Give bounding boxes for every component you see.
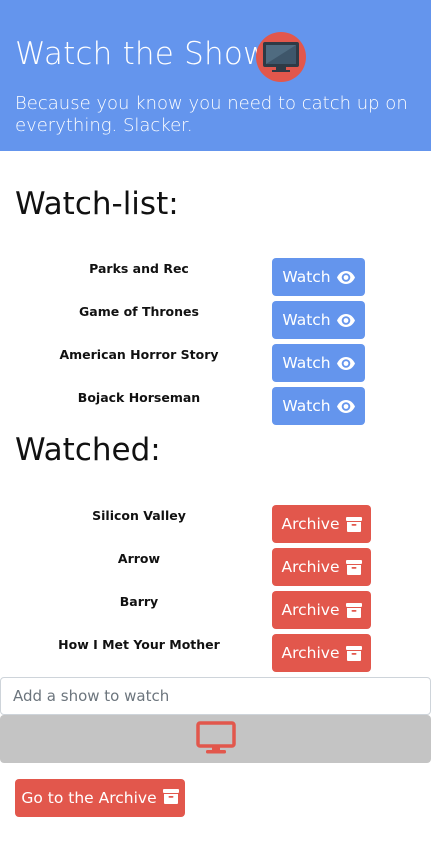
show-name: Parks and Rec xyxy=(89,261,189,276)
archive-button-label: Archive xyxy=(281,515,340,533)
watch-button-label: Watch xyxy=(282,268,331,286)
watch-button[interactable]: Watch xyxy=(272,258,365,296)
show-name: Bojack Horseman xyxy=(77,390,201,405)
archive-button-label: Archive xyxy=(281,644,340,662)
watchlist-row: Bojack Horseman Watch xyxy=(0,387,431,425)
archive-button[interactable]: Archive xyxy=(272,634,371,672)
watch-button[interactable]: Watch xyxy=(272,387,365,425)
eye-icon xyxy=(336,313,355,327)
watch-button[interactable]: Watch xyxy=(272,301,365,339)
watch-button-label: Watch xyxy=(282,354,331,372)
page-header: Watch the Show Because you know you need… xyxy=(0,0,431,151)
watch-button-label: Watch xyxy=(282,397,331,415)
archive-box-icon xyxy=(345,645,362,661)
watchlist-row: Game of Thrones Watch xyxy=(0,301,431,339)
watch-button-label: Watch xyxy=(282,311,331,329)
eye-icon xyxy=(336,356,355,370)
watched-row: Arrow Archive xyxy=(0,548,431,586)
watchlist-row: American Horror Story Watch xyxy=(0,344,431,382)
watchlist-heading: Watch-list: xyxy=(15,186,179,222)
tv-badge xyxy=(256,32,306,82)
archive-button-label: Archive xyxy=(281,558,340,576)
archive-box-icon xyxy=(345,516,362,532)
archive-button[interactable]: Archive xyxy=(272,548,371,586)
watched-row: Barry Archive xyxy=(0,591,431,629)
tv-icon xyxy=(263,42,299,72)
archive-button-label: Archive xyxy=(281,601,340,619)
show-name: Arrow xyxy=(117,551,161,566)
archive-button[interactable]: Archive xyxy=(272,505,371,543)
go-to-archive-label: Go to the Archive xyxy=(21,789,157,807)
show-name: American Horror Story xyxy=(59,347,219,362)
add-show-button[interactable] xyxy=(0,715,431,763)
monitor-icon xyxy=(195,720,236,758)
show-name: Game of Thrones xyxy=(79,304,199,319)
watchlist-row: Parks and Rec Watch xyxy=(0,258,431,296)
eye-icon xyxy=(336,270,355,284)
watched-row: Silicon Valley Archive xyxy=(0,505,431,543)
archive-box-icon xyxy=(345,602,362,618)
go-to-archive-button[interactable]: Go to the Archive xyxy=(15,779,185,817)
show-name: Barry xyxy=(119,594,159,609)
show-name: How I Met Your Mother xyxy=(58,637,220,652)
watched-heading: Watched: xyxy=(15,432,161,468)
add-show-input[interactable] xyxy=(0,677,431,715)
archive-box-icon xyxy=(345,559,362,575)
watch-button[interactable]: Watch xyxy=(272,344,365,382)
eye-icon xyxy=(336,399,355,413)
app-subtitle: Because you know you need to catch up on… xyxy=(15,93,408,136)
archive-box-icon xyxy=(162,788,179,808)
archive-button[interactable]: Archive xyxy=(272,591,371,629)
app-title: Watch the Show xyxy=(15,36,269,72)
watched-row: How I Met Your Mother Archive xyxy=(0,634,431,672)
show-name: Silicon Valley xyxy=(92,508,186,523)
